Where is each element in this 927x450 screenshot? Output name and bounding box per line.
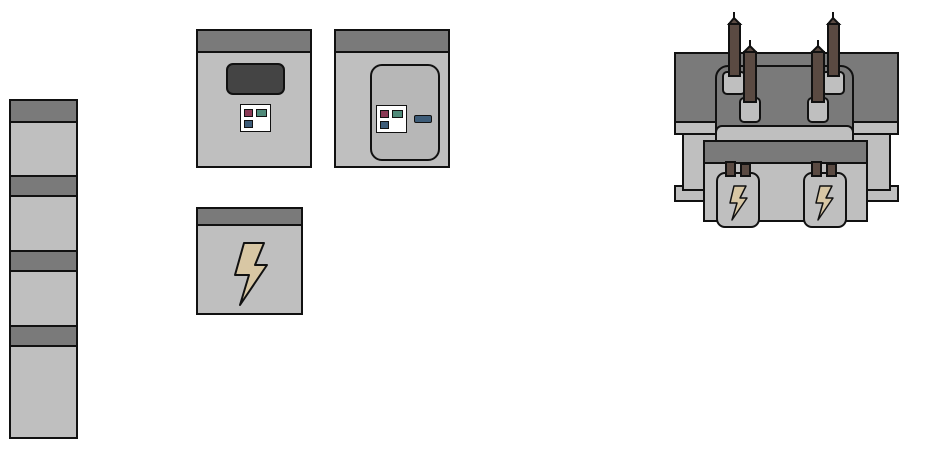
transformer bbox=[674, 12, 899, 228]
bushing-front-left bbox=[739, 40, 761, 123]
bushing-front-right bbox=[807, 40, 829, 123]
